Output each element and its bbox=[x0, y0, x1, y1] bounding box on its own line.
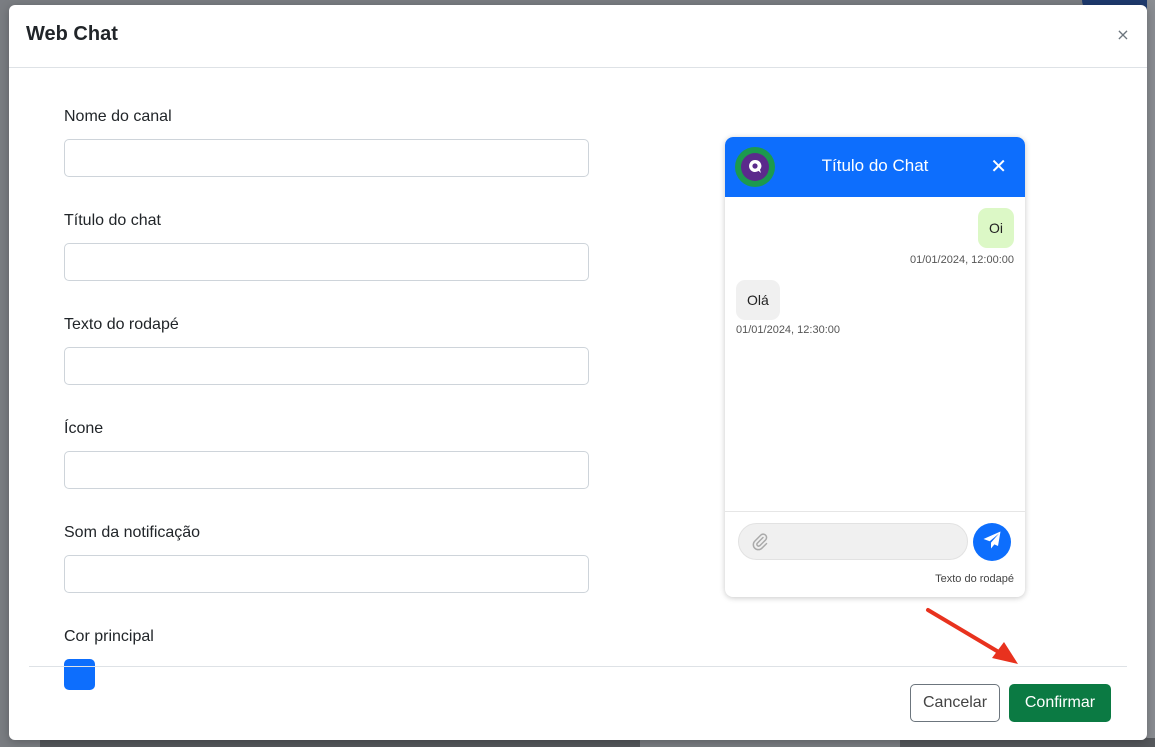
paperclip-icon[interactable] bbox=[752, 533, 768, 556]
icon-input[interactable] bbox=[64, 451, 589, 489]
chat-message-input[interactable] bbox=[738, 523, 968, 560]
field-channel-name: Nome do canal bbox=[64, 107, 589, 177]
field-label: Som da notificação bbox=[64, 524, 201, 541]
field-footer-text: Texto do rodapé bbox=[64, 315, 589, 385]
close-icon[interactable]: × bbox=[1113, 25, 1133, 45]
cancel-button[interactable]: Cancelar bbox=[910, 684, 1000, 722]
message-timestamp: 01/01/2024, 12:00:00 bbox=[910, 254, 1014, 266]
chat-messages: Oi 01/01/2024, 12:00:00 Olá 01/01/2024, … bbox=[725, 197, 1025, 512]
field-label: Cor principal bbox=[64, 628, 154, 645]
message-incoming: Olá bbox=[736, 280, 780, 320]
main-color-picker[interactable] bbox=[64, 659, 95, 690]
close-icon[interactable]: ✕ bbox=[990, 154, 1007, 178]
footer-text-input[interactable] bbox=[64, 347, 589, 385]
field-label: Texto do rodapé bbox=[64, 316, 179, 333]
chat-title-input[interactable] bbox=[64, 243, 589, 281]
field-label: Nome do canal bbox=[64, 108, 172, 125]
field-label: Título do chat bbox=[64, 212, 161, 229]
field-main-color: Cor principal bbox=[64, 627, 589, 690]
send-icon bbox=[982, 530, 1002, 555]
modal-header: Web Chat × bbox=[9, 5, 1147, 68]
message-outgoing: Oi bbox=[978, 208, 1014, 248]
field-chat-title: Título do chat bbox=[64, 211, 589, 281]
field-icon: Ícone bbox=[64, 419, 589, 489]
field-label: Ícone bbox=[64, 420, 104, 437]
chat-title: Título do Chat bbox=[821, 156, 929, 175]
chat-header: Título do Chat ✕ bbox=[725, 137, 1025, 197]
modal-title: Web Chat bbox=[26, 23, 118, 45]
field-notification-sound: Som da notificação bbox=[64, 523, 589, 593]
channel-form: Nome do canal Título do chat Texto do ro… bbox=[64, 107, 589, 690]
background-app-edge bbox=[1147, 0, 1155, 747]
message-timestamp: 01/01/2024, 12:30:00 bbox=[736, 324, 840, 336]
red-arrow-icon bbox=[926, 608, 1018, 664]
channel-name-input[interactable] bbox=[64, 139, 589, 177]
chat-preview: Título do Chat ✕ Oi 01/01/2024, 12:00:00… bbox=[725, 137, 1025, 597]
send-button[interactable] bbox=[973, 523, 1011, 561]
confirm-button[interactable]: Confirmar bbox=[1009, 684, 1111, 722]
chat-footer-text: Texto do rodapé bbox=[935, 573, 1014, 585]
notification-sound-input[interactable] bbox=[64, 555, 589, 593]
